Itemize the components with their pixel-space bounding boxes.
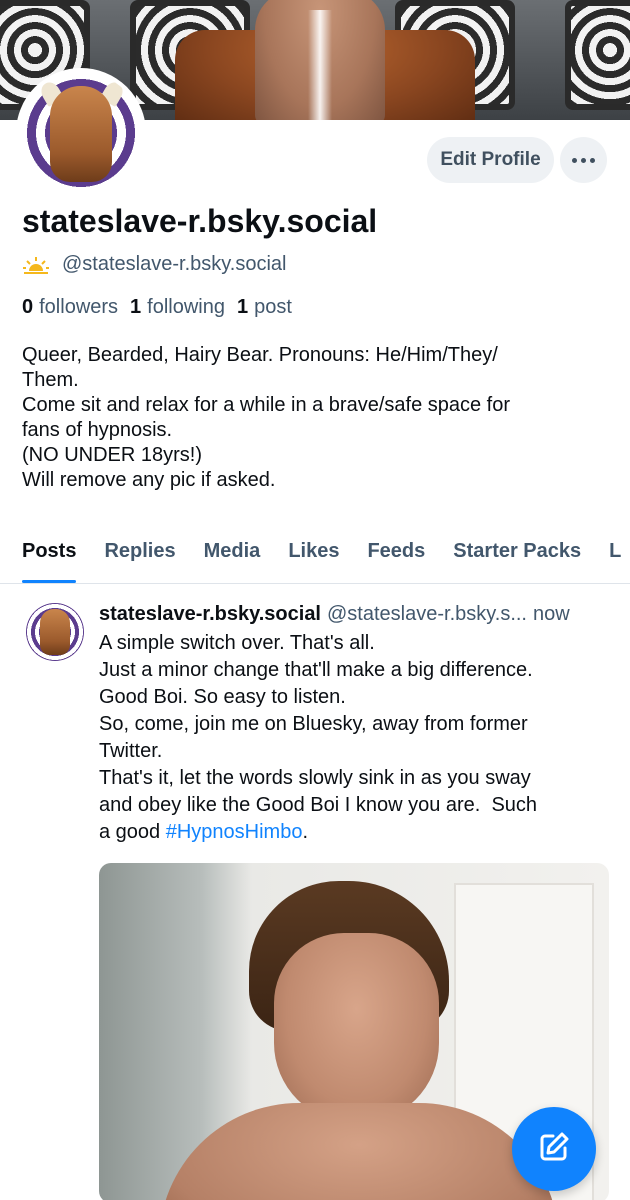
post-line: A simple switch over. That's all.: [99, 632, 375, 654]
post-line: Just a minor change that'll make a big d…: [99, 659, 533, 681]
post-body: A simple switch over. That's all. Just a…: [99, 630, 614, 846]
bio-line: Queer, Bearded, Hairy Bear. Pronouns: He…: [22, 344, 498, 366]
tab-posts[interactable]: Posts: [0, 530, 90, 583]
followers-link[interactable]: 0 followers: [22, 296, 118, 319]
tab-likes[interactable]: Likes: [274, 530, 353, 583]
banner-spiral-tv-right: [565, 0, 630, 110]
banner-light-beam: [308, 10, 332, 120]
profile-stats: 0 followers 1 following 1 post: [22, 296, 292, 319]
following-link[interactable]: 1 following: [130, 296, 225, 319]
tab-truncated[interactable]: L: [595, 530, 630, 583]
post-avatar-face: [40, 609, 70, 655]
sunrise-icon: [22, 254, 50, 276]
compose-pencil-icon: [536, 1129, 572, 1170]
profile-handle: @stateslave-r.bsky.social: [62, 253, 287, 275]
profile-avatar[interactable]: [16, 68, 146, 198]
bio-line: (NO UNDER 18yrs!): [22, 444, 203, 466]
bio-line: Come sit and relax for a while in a brav…: [22, 394, 511, 416]
bio-line: Will remove any pic if asked.: [22, 469, 276, 491]
more-horizontal-icon: [572, 157, 595, 163]
post-line: Good Boi. So easy to listen.: [99, 686, 346, 708]
edit-profile-button[interactable]: Edit Profile: [427, 137, 554, 183]
post-line-last: a good #HypnosHimbo.: [99, 821, 309, 843]
tab-starter-packs[interactable]: Starter Packs: [439, 530, 595, 583]
post-header: stateslave-r.bsky.social @stateslave-r.b…: [99, 603, 614, 626]
tab-media[interactable]: Media: [190, 530, 275, 583]
profile-tabs: Posts Replies Media Likes Feeds Starter …: [0, 530, 630, 584]
more-options-button[interactable]: [560, 137, 607, 183]
post-line: So, come, join me on Bluesky, away from …: [99, 713, 528, 735]
post-author-avatar[interactable]: [26, 603, 84, 661]
image-face: [274, 933, 439, 1123]
feed-post[interactable]: stateslave-r.bsky.social @stateslave-r.b…: [0, 585, 630, 1200]
hashtag-link[interactable]: #HypnosHimbo: [166, 821, 303, 843]
compose-button[interactable]: [512, 1107, 596, 1191]
avatar-face: [50, 86, 112, 182]
post-line: That's it, let the words slowly sink in …: [99, 767, 531, 789]
profile-bio: Queer, Bearded, Hairy Bear. Pronouns: He…: [22, 343, 612, 493]
post-line: and obey like the Good Boi I know you ar…: [99, 794, 538, 816]
bio-line: fans of hypnosis.: [22, 419, 173, 441]
profile-display-name: stateslave-r.bsky.social: [22, 203, 378, 239]
bio-line: Them.: [22, 369, 79, 391]
profile-handle-row: @stateslave-r.bsky.social: [22, 253, 286, 276]
post-author-name[interactable]: stateslave-r.bsky.social: [99, 603, 321, 626]
tab-feeds[interactable]: Feeds: [353, 530, 439, 583]
post-timestamp: now: [533, 603, 570, 625]
posts-count: 1 post: [237, 296, 292, 318]
post-line: Twitter.: [99, 740, 163, 762]
post-author-handle[interactable]: @stateslave-r.bsky.s...: [327, 603, 527, 626]
tab-replies[interactable]: Replies: [90, 530, 189, 583]
